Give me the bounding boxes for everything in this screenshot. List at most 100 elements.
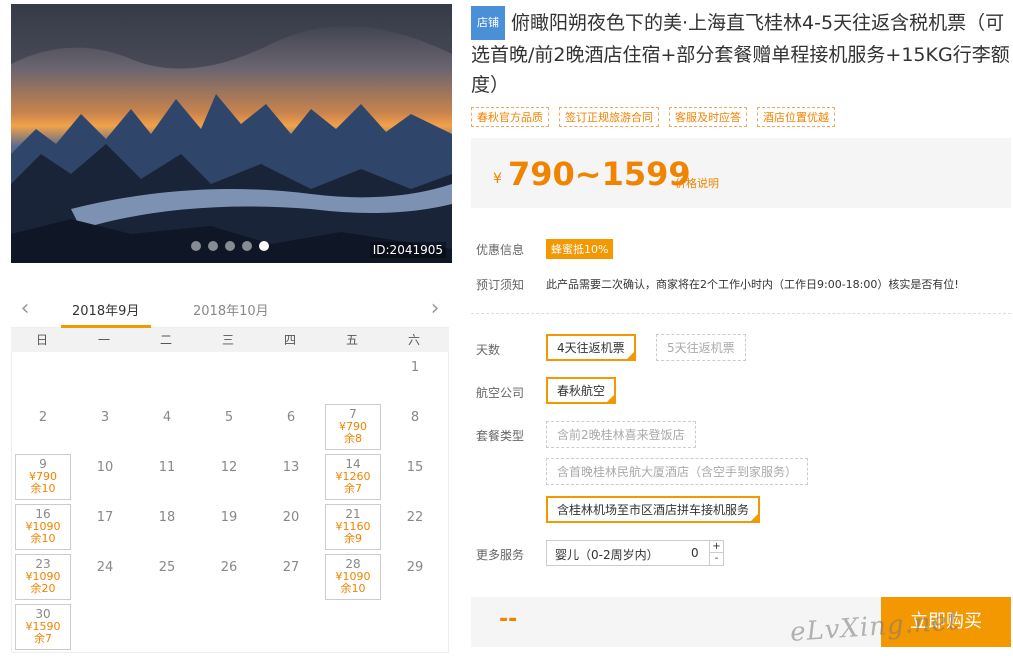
calendar-day: 4 — [136, 402, 198, 452]
carousel-dot[interactable] — [242, 241, 252, 251]
day-number: 10 — [96, 460, 114, 475]
day-stock: 余10 — [340, 582, 366, 595]
calendar-day — [74, 352, 136, 402]
day-number: 1 — [410, 360, 420, 375]
calendar-day: 15 — [384, 452, 446, 502]
day-number — [12, 352, 74, 360]
calendar-day: 2 — [12, 402, 74, 452]
day-number: 5 — [224, 410, 234, 425]
option-package-1[interactable]: 含前2晚桂林喜来登饭店 — [546, 421, 696, 448]
calendar-day: 5 — [198, 402, 260, 452]
weekday-label: 一 — [97, 333, 110, 347]
calendar-day — [136, 352, 198, 402]
calendar-day-available[interactable]: 7 ¥790 余8 — [325, 404, 381, 450]
feature-tag: 客服及时应答 — [669, 107, 747, 127]
calendar-day: 19 — [198, 502, 260, 552]
weekday-label: 四 — [283, 333, 296, 347]
option-package-2[interactable]: 含首晚桂林民航大厦酒店（含空手到家服务） — [546, 458, 809, 485]
day-number: 16 — [35, 507, 51, 521]
day-number: 12 — [220, 460, 238, 475]
calendar-day-available[interactable]: 14 ¥1260 余7 — [325, 454, 381, 500]
day-number: 19 — [220, 510, 238, 525]
carousel-dot[interactable] — [225, 241, 235, 251]
option-package-3[interactable]: 含桂林机场至市区酒店拼车接机服务 — [546, 496, 761, 523]
feature-tag: 签订正规旅游合同 — [559, 107, 659, 127]
infant-label: 婴儿（0-2周岁内） — [555, 548, 659, 562]
date-calendar: ‹ 2018年9月 2018年10月 › 日一二三四五六 1 2 3 4 5 6 7 ¥790… — [11, 292, 449, 653]
day-number — [260, 352, 322, 360]
day-number: 9 — [39, 457, 47, 471]
day-number: 28 — [345, 557, 361, 571]
calendar-day: 13 — [260, 452, 322, 502]
calendar-nav: ‹ 2018年9月 2018年10月 › — [11, 292, 449, 328]
day-number: 25 — [158, 560, 176, 575]
day-number: 13 — [282, 460, 300, 475]
carousel-dots — [191, 241, 269, 251]
price-currency: ¥ — [493, 171, 502, 187]
product-title-text: 俯瞰阳朔夜色下的美·上海直飞桂林4-5天往返含税机票（可选首晚/前2晚酒店住宿+… — [471, 12, 1010, 96]
option-airline[interactable]: 春秋航空 — [546, 377, 617, 404]
infant-count: 0 — [691, 546, 699, 560]
calendar-day: 11 — [136, 452, 198, 502]
option-5-day[interactable]: 5天往返机票 — [656, 334, 746, 361]
calendar-day-available[interactable]: 16 ¥1090 余10 — [15, 504, 71, 550]
minus-icon[interactable]: - — [709, 553, 723, 565]
day-number: 20 — [282, 510, 300, 525]
carousel-dot-active[interactable] — [259, 241, 269, 251]
calendar-day — [260, 352, 322, 402]
day-number: 26 — [220, 560, 238, 575]
day-number: 3 — [100, 410, 110, 425]
calendar-day: 8 — [384, 402, 446, 452]
chevron-left-icon[interactable]: ‹ — [15, 296, 35, 321]
calendar-day-available[interactable]: 30 ¥1590 余7 — [15, 604, 71, 650]
day-number: 4 — [162, 410, 172, 425]
product-page: ID:2041905 ‹ 2018年9月 2018年10月 › 日一二三四五六 … — [0, 0, 1013, 667]
day-number: 22 — [406, 510, 424, 525]
option-4-day[interactable]: 4天往返机票 — [546, 334, 636, 361]
tab-month-current[interactable]: 2018年9月 — [72, 300, 139, 319]
carousel-dot[interactable] — [191, 241, 201, 251]
day-number: 17 — [96, 510, 114, 525]
day-number: 18 — [158, 510, 176, 525]
day-number: 11 — [158, 460, 176, 475]
section-divider — [471, 313, 1011, 314]
price-box: ¥ 790~1599 价格说明 — [471, 138, 1011, 208]
day-number — [74, 352, 136, 360]
day-number: 27 — [282, 560, 300, 575]
calendar-grid: 1 2 3 4 5 6 7 ¥790 余8 8 9 ¥790 余10 10 11 12 13 14 ¥1260 余7 1… — [11, 352, 449, 653]
chevron-right-icon[interactable]: › — [425, 296, 445, 321]
day-stock: 余10 — [30, 532, 56, 545]
product-title: 店铺 俯瞰阳朔夜色下的美·上海直飞桂林4-5天往返含税机票（可选首晚/前2晚酒店住… — [471, 6, 1011, 100]
calendar-day: 6 — [260, 402, 322, 452]
day-stock: 余8 — [344, 432, 362, 445]
calendar-day-available[interactable]: 28 ¥1090 余10 — [325, 554, 381, 600]
calendar-day: 17 — [74, 502, 136, 552]
calendar-day: 24 — [74, 552, 136, 602]
carousel-dot[interactable] — [208, 241, 218, 251]
weekday-header: 日一二三四五六 — [11, 328, 449, 352]
day-number: 24 — [96, 560, 114, 575]
day-stock: 余9 — [344, 532, 362, 545]
package-label: 套餐类型 — [476, 429, 525, 443]
calendar-day: 20 — [260, 502, 322, 552]
price-explanation-link[interactable]: 价格说明 — [675, 175, 719, 191]
product-hero-image[interactable]: ID:2041905 — [11, 4, 452, 263]
total-price: -- — [499, 607, 518, 632]
calendar-day-available[interactable]: 9 ¥790 余10 — [15, 454, 71, 500]
calendar-day — [198, 352, 260, 402]
airline-label: 航空公司 — [476, 386, 525, 400]
calendar-day: 10 — [74, 452, 136, 502]
day-number: 21 — [345, 507, 361, 521]
day-number: 14 — [345, 457, 361, 471]
booking-notice: 此产品需要二次确认，商家将在2个工作小时内（工作日9:00-18:00）核实是否… — [546, 278, 959, 291]
feature-tags: 春秋官方品质 签订正规旅游合同 客服及时应答 酒店位置优越 — [471, 107, 835, 127]
promo-label: 优惠信息 — [476, 243, 525, 257]
tab-month-next[interactable]: 2018年10月 — [193, 300, 269, 319]
plus-icon[interactable]: + — [709, 541, 723, 553]
day-number: 30 — [35, 607, 51, 621]
calendar-day-available[interactable]: 23 ¥1090 余20 — [15, 554, 71, 600]
day-number: 29 — [406, 560, 424, 575]
calendar-day-available[interactable]: 21 ¥1160 余9 — [325, 504, 381, 550]
day-number: 6 — [286, 410, 296, 425]
shop-badge: 店铺 — [471, 6, 505, 40]
